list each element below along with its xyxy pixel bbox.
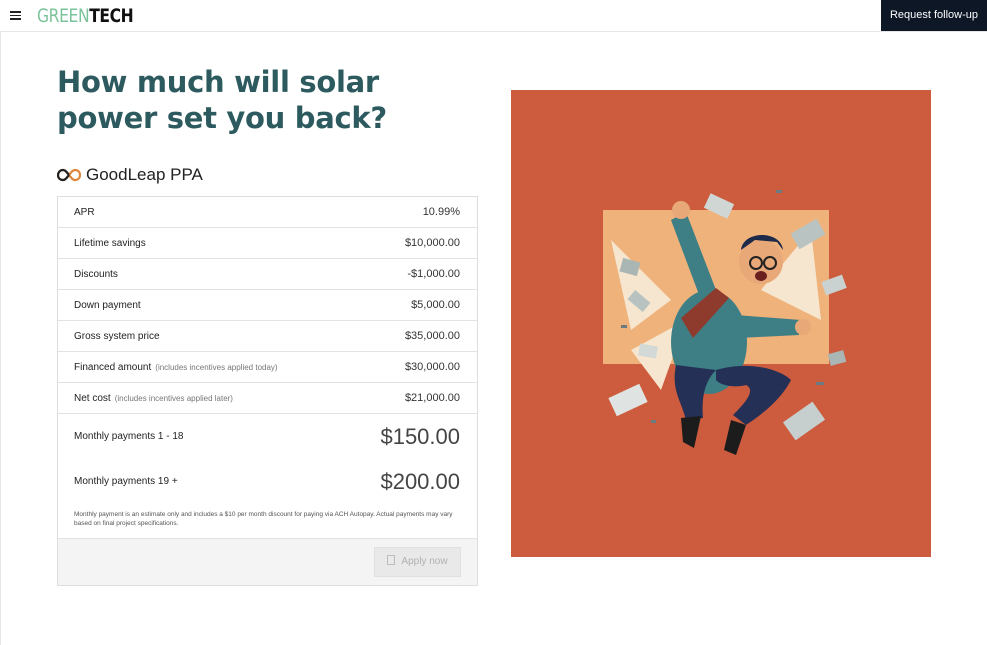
left-divider bbox=[0, 32, 1, 645]
payment-amount: $200.00 bbox=[380, 469, 460, 494]
row-note: (includes incentives applied later) bbox=[114, 394, 233, 403]
payment-disclaimer: Monthly payment is an estimate only and … bbox=[74, 511, 453, 527]
row-financed-amount: Financed amount (includes incentives appl… bbox=[58, 352, 477, 383]
row-label: Lifetime savings bbox=[74, 238, 146, 249]
jumping-man-illustration bbox=[603, 190, 847, 455]
apply-now-button[interactable]: Apply now bbox=[374, 547, 461, 577]
plan-name: GoodLeap PPA bbox=[86, 165, 203, 184]
page-title: How much will solar power set you back? bbox=[57, 65, 387, 135]
row-label-text: Net cost bbox=[74, 393, 111, 404]
row-value: 10.99% bbox=[422, 206, 460, 218]
greentech-logo[interactable]: GREENTECH bbox=[37, 4, 134, 28]
monthly-payment-1-18: Monthly payments 1 - 18 $150.00 bbox=[58, 419, 477, 459]
row-label: Gross system price bbox=[74, 331, 160, 342]
plan-heading: GoodLeap PPA bbox=[57, 165, 203, 185]
row-label: Down payment bbox=[74, 300, 141, 311]
row-note: (includes incentives applied today) bbox=[155, 363, 278, 372]
row-net-cost: Net cost (includes incentives applied lat… bbox=[58, 383, 477, 414]
row-value: -$1,000.00 bbox=[407, 268, 460, 280]
top-bar: GREENTECH Request follow-up bbox=[0, 0, 987, 32]
card-footer: Apply now bbox=[58, 538, 477, 585]
request-follow-up-button[interactable]: Request follow-up bbox=[881, 0, 987, 31]
payment-summary-card: APR 10.99% Lifetime savings $10,000.00 D… bbox=[57, 196, 478, 586]
row-value: $21,000.00 bbox=[404, 392, 460, 404]
row-value: $30,000.00 bbox=[404, 361, 460, 373]
row-label: Discounts bbox=[74, 269, 118, 280]
row-label-text: Financed amount bbox=[74, 362, 152, 373]
row-discounts: Discounts -$1,000.00 bbox=[58, 259, 477, 290]
hamburger-menu-icon[interactable] bbox=[10, 11, 21, 20]
row-label: APR bbox=[74, 207, 95, 218]
payment-label: Monthly payments 19 + bbox=[74, 476, 178, 487]
row-value: $10,000.00 bbox=[404, 237, 460, 249]
document-icon bbox=[387, 555, 396, 565]
row-value: $35,000.00 bbox=[404, 330, 460, 342]
row-apr: APR 10.99% bbox=[58, 197, 477, 228]
hero-illustration bbox=[511, 90, 931, 557]
row-lifetime-savings: Lifetime savings $10,000.00 bbox=[58, 228, 477, 259]
row-down-payment: Down payment $5,000.00 bbox=[58, 290, 477, 321]
payment-amount: $150.00 bbox=[380, 424, 460, 449]
payment-label: Monthly payments 1 - 18 bbox=[74, 431, 184, 442]
infinity-logo-icon bbox=[57, 168, 81, 182]
row-label: Financed amount (includes incentives appl… bbox=[74, 352, 278, 383]
monthly-payment-19-plus: Monthly payments 19 + $200.00 bbox=[58, 464, 477, 504]
row-value: $5,000.00 bbox=[411, 299, 460, 311]
row-gross-system-price: Gross system price $35,000.00 bbox=[58, 321, 477, 352]
apply-now-label: Apply now bbox=[401, 556, 448, 567]
row-label: Net cost (includes incentives applied lat… bbox=[74, 383, 233, 414]
